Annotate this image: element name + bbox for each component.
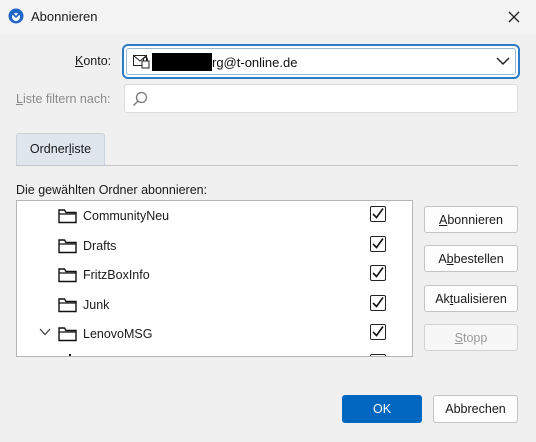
subscribe-checkbox[interactable] — [370, 236, 386, 252]
thunderbird-icon — [8, 8, 24, 24]
folder-name: FritzBoxInfo — [83, 268, 150, 282]
subscribe-checkbox[interactable] — [370, 265, 386, 281]
tree-row-partial[interactable] — [17, 348, 412, 356]
filter-field[interactable] — [124, 84, 518, 113]
folder-icon — [58, 327, 77, 342]
subscribe-checkbox[interactable] — [370, 324, 386, 340]
account-address: rg@t-online.de — [212, 55, 298, 70]
folder-icon — [58, 239, 77, 254]
tree-row[interactable]: Drafts — [17, 231, 412, 260]
email-account-icon — [133, 55, 150, 69]
redaction-bar — [152, 53, 212, 71]
tab-ordnerliste[interactable]: Ordnerliste — [16, 133, 105, 165]
folder-icon — [58, 209, 77, 224]
checkmark-icon — [372, 208, 384, 219]
folder-name: CommunityNeu — [83, 209, 170, 223]
folder-list-label: Die gewählten Ordner abonnieren: — [16, 183, 208, 197]
folder-icon — [69, 354, 71, 356]
subscribe-checkbox[interactable] — [370, 354, 386, 356]
stop-button[interactable]: Stopp — [424, 324, 518, 351]
checkmark-icon — [372, 297, 384, 308]
subscribe-button[interactable]: Abonnieren — [424, 206, 518, 233]
tree-row[interactable]: LenovoMSG — [17, 319, 412, 348]
folder-tree[interactable]: CommunityNeu Drafts FritzBoxInfo Junk Le… — [16, 200, 413, 357]
account-label: Konto: — [75, 54, 112, 68]
close-button[interactable] — [500, 4, 528, 30]
folder-name: Drafts — [83, 239, 117, 253]
close-icon — [508, 11, 520, 23]
filter-label: Liste filtern nach: — [16, 92, 111, 106]
folder-icon — [58, 268, 77, 283]
folder-name: LenovoMSG — [83, 327, 153, 341]
dialog-body: Konto: rg@t-online.de Liste filtern nach… — [0, 34, 536, 442]
checkmark-icon — [372, 238, 384, 249]
tree-row[interactable]: FritzBoxInfo — [17, 260, 412, 289]
window-title: Abonnieren — [31, 9, 98, 24]
cancel-button[interactable]: Abbrechen — [433, 395, 518, 423]
chevron-expanded-icon[interactable] — [39, 328, 51, 336]
folder-icon — [58, 298, 77, 313]
ok-button[interactable]: OK — [342, 395, 422, 423]
tree-row[interactable]: Junk — [17, 290, 412, 319]
checkmark-icon — [372, 326, 384, 337]
folder-name: Junk — [83, 298, 110, 312]
chevron-down-icon — [496, 57, 510, 66]
tab-divider — [16, 165, 518, 166]
unsubscribe-button[interactable]: Ab bestellen — [424, 245, 518, 272]
refresh-button[interactable]: Ak t ualisieren — [424, 285, 518, 312]
filter-input[interactable] — [153, 88, 503, 110]
subscribe-checkbox[interactable] — [370, 295, 386, 311]
tree-row[interactable]: CommunityNeu — [17, 201, 412, 230]
search-icon — [133, 91, 148, 106]
title-bar: Abonnieren — [0, 0, 536, 34]
checkmark-icon — [372, 267, 384, 278]
account-select[interactable]: rg@t-online.de — [122, 44, 520, 79]
subscribe-checkbox[interactable] — [370, 206, 386, 222]
